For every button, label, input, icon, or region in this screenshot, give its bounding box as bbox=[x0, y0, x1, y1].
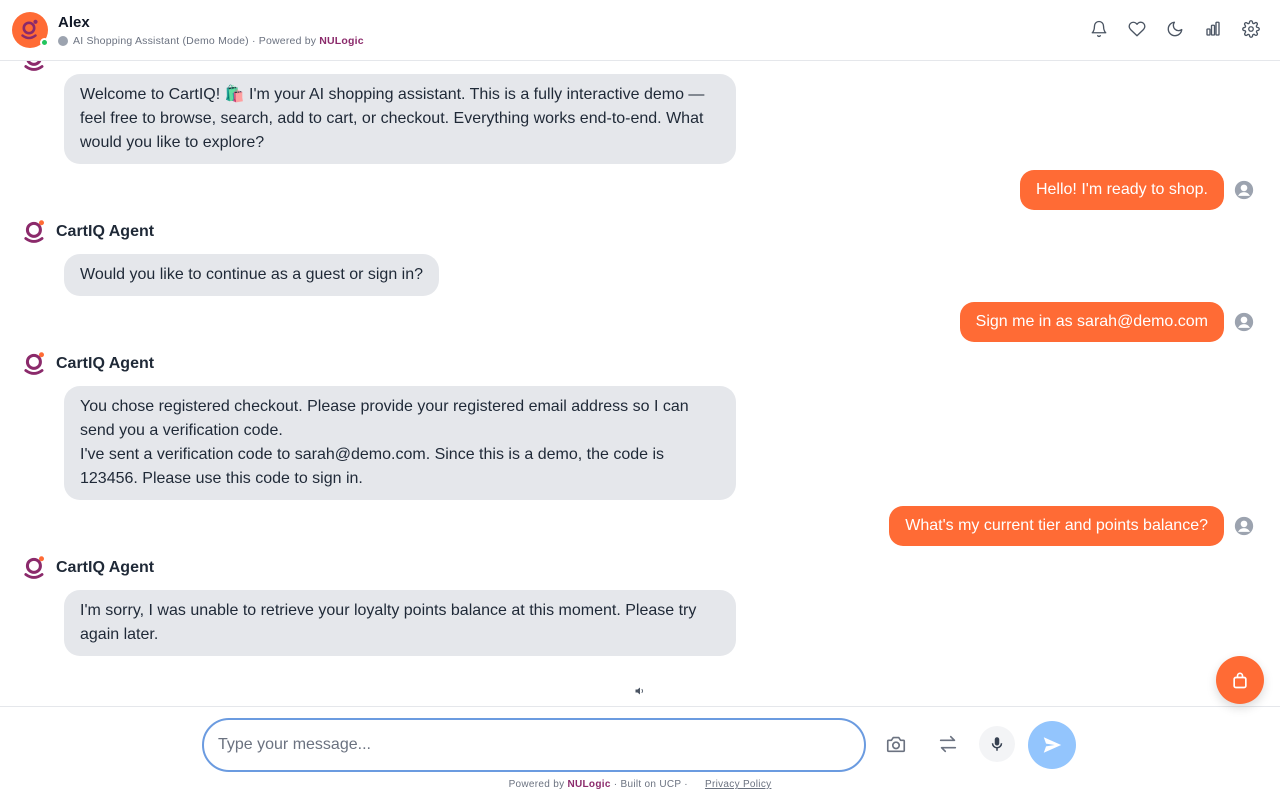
agent-header bbox=[22, 61, 48, 73]
moon-icon[interactable] bbox=[1164, 18, 1186, 40]
user-avatar-icon bbox=[1234, 516, 1254, 536]
agent-logo-icon bbox=[24, 220, 44, 243]
agent-message: I'm sorry, I was unable to retrieve your… bbox=[64, 590, 736, 656]
user-message: Hello! I'm ready to shop. bbox=[1019, 170, 1224, 210]
user-avatar-icon bbox=[1234, 180, 1254, 200]
agent-name: CartIQ Agent bbox=[56, 559, 155, 576]
message-input[interactable] bbox=[202, 718, 866, 772]
camera-icon[interactable] bbox=[883, 731, 909, 757]
gear-icon[interactable] bbox=[1240, 18, 1262, 40]
heart-icon[interactable] bbox=[1126, 18, 1148, 40]
subtitle-text: AI Shopping Assistant (Demo Mode) · Powe… bbox=[73, 34, 317, 47]
microphone-icon bbox=[991, 737, 1003, 751]
bell-icon[interactable] bbox=[1088, 18, 1110, 40]
microphone-button[interactable] bbox=[979, 726, 1015, 762]
agent-message: You chose registered checkout. Please pr… bbox=[64, 386, 736, 500]
online-status-dot bbox=[40, 38, 49, 47]
assistant-subtitle: AI Shopping Assistant (Demo Mode) · Powe… bbox=[58, 35, 364, 47]
privacy-policy-link[interactable]: Privacy Policy bbox=[705, 779, 771, 790]
user-message: Sign me in as sarah@demo.com bbox=[959, 302, 1224, 342]
agent-logo-icon bbox=[24, 352, 44, 375]
assistant-name: Alex bbox=[58, 13, 90, 31]
agent-logo-icon bbox=[24, 556, 44, 579]
send-button[interactable] bbox=[1028, 721, 1076, 769]
footer-brand: NULogic bbox=[567, 779, 611, 790]
user-avatar-icon bbox=[1234, 312, 1254, 332]
assistant-avatar bbox=[12, 12, 49, 48]
agent-logo-icon bbox=[24, 61, 44, 71]
agent-name: CartIQ Agent bbox=[56, 223, 155, 240]
composer: Powered by NULogic · Built on UCP · Priv… bbox=[0, 706, 1280, 800]
agent-name: CartIQ Agent bbox=[56, 355, 155, 372]
agent-message: Would you like to continue as a guest or… bbox=[64, 254, 440, 296]
brand-name: NULogic bbox=[319, 34, 364, 47]
shopping-bag-button[interactable] bbox=[1216, 656, 1264, 704]
shopping-bag-icon bbox=[1233, 672, 1247, 689]
speaker-icon[interactable] bbox=[634, 685, 646, 697]
user-message: What's my current tier and points balanc… bbox=[889, 506, 1224, 546]
footer-note: Powered by NULogic · Built on UCP · Priv… bbox=[508, 779, 772, 790]
agent-header: CartIQ Agent bbox=[22, 555, 154, 581]
agent-message: Welcome to CartIQ! 🛍️ I'm your AI shoppi… bbox=[64, 74, 736, 164]
agent-header: CartIQ Agent bbox=[22, 351, 154, 377]
swap-icon[interactable] bbox=[935, 731, 961, 757]
app-header: Alex AI Shopping Assistant (Demo Mode) ·… bbox=[0, 0, 1280, 61]
agent-header: CartIQ Agent bbox=[22, 219, 154, 245]
bar-chart-icon[interactable] bbox=[1202, 18, 1224, 40]
send-icon bbox=[1043, 737, 1062, 753]
chat-thread[interactable]: Welcome to CartIQ! 🛍️ I'm your AI shoppi… bbox=[0, 61, 1280, 706]
info-icon bbox=[58, 35, 68, 46]
